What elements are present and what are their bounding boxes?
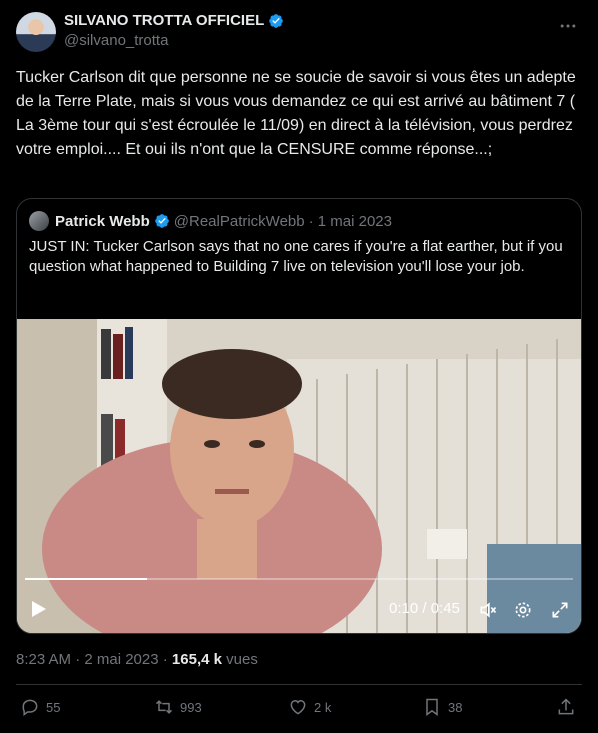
- video-frame: [17, 319, 581, 633]
- view-label: vues: [221, 651, 258, 668]
- bookmark-button[interactable]: 38: [422, 697, 462, 717]
- quote-date: · 1 mai 2023: [308, 212, 392, 230]
- volume-muted-icon[interactable]: [478, 600, 498, 620]
- author-name-row[interactable]: SILVANO TROTTA OFFICIEL: [64, 12, 284, 29]
- quote-author-name: Patrick Webb: [55, 212, 150, 230]
- share-button[interactable]: [556, 697, 576, 717]
- tweet-meta: 8:23 AM · 2 mai 2023 · 165,4 k vues: [16, 651, 258, 668]
- view-count: 165,4 k: [171, 651, 222, 668]
- repost-count: 993: [180, 699, 202, 715]
- tweet-text: Tucker Carlson dit que personne ne se so…: [16, 69, 581, 158]
- settings-icon[interactable]: [513, 600, 533, 620]
- divider: [16, 684, 582, 685]
- repost-icon: [155, 700, 173, 714]
- quote-text: JUST IN: Tucker Carlson says that no one…: [29, 238, 563, 275]
- quote-author-handle: @RealPatrickWebb: [173, 212, 305, 230]
- tweet-timestamp[interactable]: 8:23 AM · 2 mai 2023 ·: [16, 651, 172, 668]
- like-count: 2 k: [314, 699, 332, 715]
- bookmark-count: 38: [448, 699, 463, 715]
- tweet-header: SILVANO TROTTA OFFICIEL @silvano_trotta: [16, 12, 582, 56]
- quote-avatar: [29, 211, 49, 231]
- quote-header: Patrick Webb @RealPatrickWebb · 1 mai 20…: [29, 211, 392, 231]
- share-icon: [558, 698, 574, 715]
- like-icon: [290, 699, 306, 715]
- reply-icon: [22, 699, 38, 716]
- quoted-tweet[interactable]: Patrick Webb @RealPatrickWebb · 1 mai 20…: [16, 198, 582, 634]
- author-avatar[interactable]: [16, 12, 56, 52]
- video-player[interactable]: 0:10 / 0:45: [17, 319, 581, 633]
- author-block: SILVANO TROTTA OFFICIEL @silvano_trotta: [64, 12, 284, 49]
- bookmark-icon: [426, 698, 438, 716]
- verified-badge-icon: [269, 13, 284, 28]
- more-icon[interactable]: [558, 16, 578, 36]
- reply-button[interactable]: 55: [20, 697, 60, 717]
- like-button[interactable]: 2 k: [288, 697, 331, 717]
- reply-count: 55: [46, 699, 61, 715]
- author-name[interactable]: SILVANO TROTTA OFFICIEL: [64, 12, 264, 29]
- play-icon[interactable]: [31, 600, 47, 618]
- fullscreen-icon[interactable]: [550, 600, 570, 620]
- video-time: 0:10 / 0:45: [389, 600, 460, 617]
- video-progress-track[interactable]: [25, 578, 573, 580]
- author-handle[interactable]: @silvano_trotta: [64, 32, 284, 49]
- verified-badge-icon: [154, 214, 169, 228]
- repost-button[interactable]: 993: [154, 697, 202, 717]
- action-bar: 55 993 2 k 38: [16, 697, 582, 723]
- video-progress-fill: [25, 578, 147, 580]
